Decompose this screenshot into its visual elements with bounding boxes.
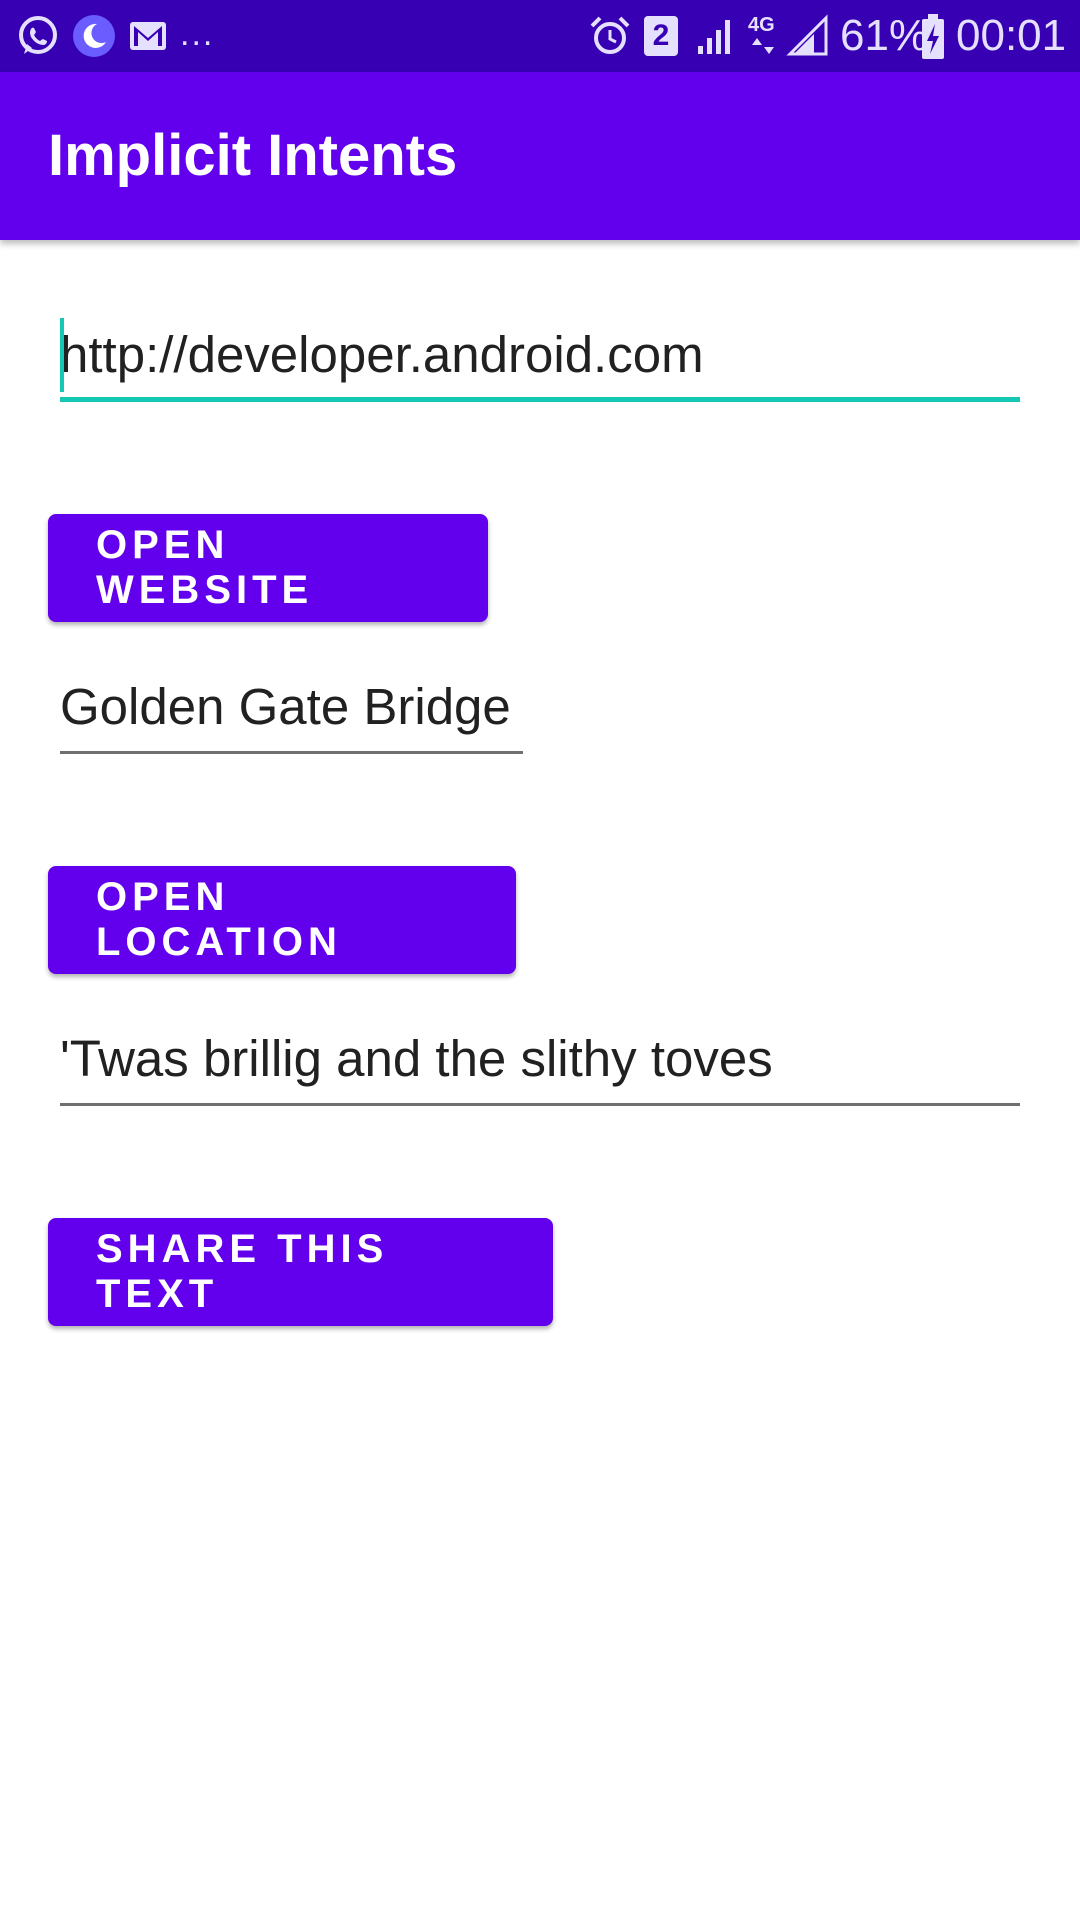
network-type-label: 4G bbox=[748, 14, 775, 36]
text-cursor bbox=[60, 318, 64, 392]
sim-slot-icon: 2 bbox=[644, 16, 678, 56]
clock: 00:01 bbox=[956, 11, 1067, 60]
app-bar: Implicit Intents bbox=[0, 72, 1080, 240]
network-type-icon: 4G bbox=[748, 14, 778, 58]
website-url-underline bbox=[60, 397, 1020, 402]
battery-percent: 61% bbox=[840, 11, 929, 60]
data-arrows-icon bbox=[752, 38, 774, 54]
location-field[interactable] bbox=[60, 664, 523, 754]
website-url-input[interactable] bbox=[60, 312, 1020, 396]
open-website-button[interactable]: OPEN WEBSITE bbox=[48, 514, 488, 622]
signal-strength-icon bbox=[698, 20, 730, 54]
share-text-field[interactable] bbox=[60, 1016, 1020, 1106]
signal-strength-2-icon bbox=[786, 14, 828, 56]
share-text-input[interactable] bbox=[60, 1016, 1020, 1100]
website-url-field[interactable] bbox=[60, 312, 1020, 402]
open-location-button[interactable]: OPEN LOCATION bbox=[48, 866, 516, 974]
moon-app-icon bbox=[73, 15, 115, 57]
gmail-icon bbox=[130, 22, 166, 50]
sim-badge-number: 2 bbox=[652, 19, 670, 52]
more-notifications-indicator: ... bbox=[180, 15, 215, 53]
location-input[interactable] bbox=[60, 664, 523, 748]
share-this-text-button[interactable]: SHARE THIS TEXT bbox=[48, 1218, 553, 1326]
location-underline bbox=[60, 751, 523, 754]
battery-charging-icon bbox=[922, 14, 944, 59]
status-bar: ... 2 4G 61% 00:01 bbox=[0, 0, 1080, 72]
screen: ... 2 4G 61% 00:01 Implicit Intents http… bbox=[0, 0, 1080, 1920]
app-title: Implicit Intents bbox=[48, 123, 458, 188]
share-text-underline bbox=[60, 1103, 1020, 1106]
alarm-icon bbox=[590, 16, 630, 54]
whatsapp-icon bbox=[19, 16, 57, 54]
